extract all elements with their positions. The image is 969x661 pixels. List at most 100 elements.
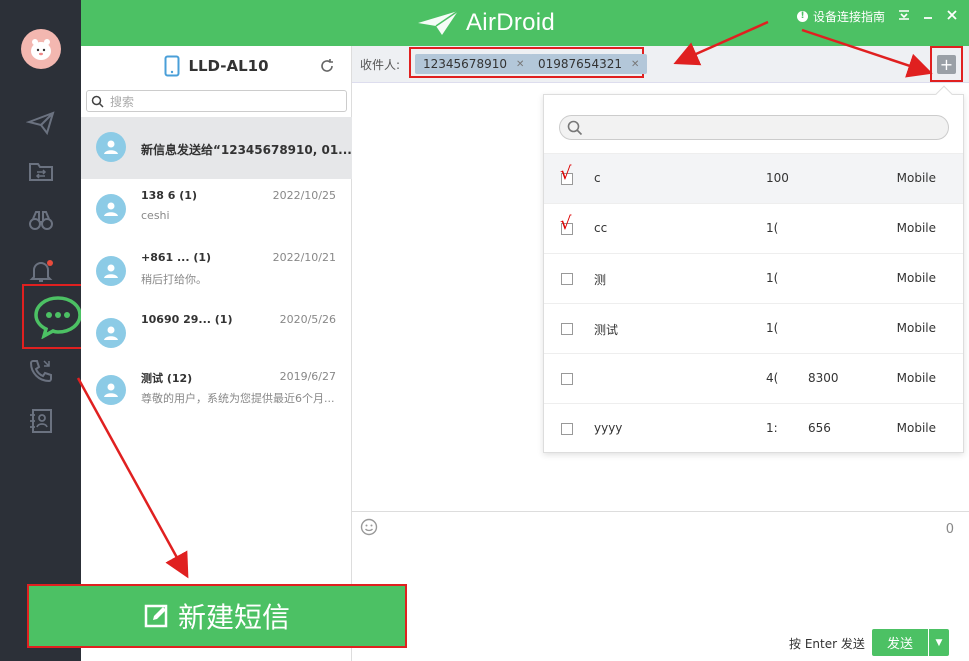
contact-name: c — [594, 171, 601, 185]
contact-avatar — [96, 256, 126, 286]
conversation-item[interactable]: 新信息发送给“12345678910, 01... — [81, 117, 352, 179]
person-icon — [104, 264, 118, 278]
app-title: AirDroid — [466, 9, 556, 36]
send-options-button[interactable]: ▼ — [929, 629, 949, 656]
refresh-button[interactable] — [319, 58, 335, 77]
refresh-icon — [321, 59, 333, 72]
device-header: LLD-AL10 — [81, 46, 352, 86]
person-icon — [104, 140, 118, 154]
nav-files[interactable] — [20, 150, 62, 192]
airdroid-logo-icon — [418, 10, 459, 35]
dropdown-pointer — [935, 85, 953, 103]
new-sms-button[interactable]: 新建短信 — [27, 584, 407, 648]
person-icon — [104, 383, 118, 397]
recipient-chip[interactable]: 12345678910 ✕ — [415, 54, 533, 74]
contact-type: Mobile — [896, 171, 936, 185]
contact-type: Mobile — [896, 371, 936, 385]
phone-call-icon — [29, 360, 52, 383]
title-bar: AirDroid ! 设备连接指南 — [81, 0, 969, 46]
device-connection-guide-link[interactable]: ! 设备连接指南 — [797, 8, 885, 24]
contact-number: 4( — [766, 371, 779, 385]
conversation-preview: 尊敬的用户，系统为您提供最近6个月... — [141, 392, 335, 405]
contact-row[interactable]: 4( 8300 Mobile — [544, 353, 963, 403]
contact-checkbox[interactable] — [561, 323, 573, 335]
remove-recipient-icon[interactable]: ✕ — [631, 59, 639, 70]
recipient-bar: 收件人: 12345678910 ✕ 01987654321 ✕ + — [352, 46, 969, 83]
contact-checkbox[interactable] — [561, 373, 573, 385]
minimize-to-tray-button[interactable] — [895, 6, 913, 24]
recipient-chips: 12345678910 ✕ 01987654321 ✕ — [409, 47, 648, 78]
search-input[interactable]: 搜索 — [86, 90, 347, 112]
contact-number: 1( — [766, 271, 779, 285]
close-button[interactable] — [943, 6, 961, 24]
minimize-icon — [924, 17, 932, 19]
search-placeholder: 搜索 — [110, 94, 135, 109]
contact-number: 1: — [766, 421, 778, 435]
contact-search-input[interactable] — [559, 115, 949, 140]
search-icon — [91, 95, 104, 108]
message-textarea[interactable] — [382, 516, 942, 616]
conversation-date: 2020/5/26 — [279, 313, 336, 326]
conversation-item[interactable]: 138 6 (1) 2022/10/25 ceshi — [81, 179, 352, 241]
contact-type: Mobile — [896, 271, 936, 285]
close-icon — [947, 10, 957, 20]
conversation-panel: LLD-AL10 搜索 新信息发送给“12345678910, 01... 13… — [81, 46, 352, 661]
remove-recipient-icon[interactable]: ✕ — [516, 59, 524, 70]
nav-find-phone[interactable] — [20, 199, 62, 241]
conversation-item[interactable]: 10690 29... (1) 2020/5/26 — [81, 303, 352, 365]
recipient-chip[interactable]: 01987654321 ✕ — [530, 54, 648, 74]
contact-row[interactable]: √ cc 1(Mobile — [544, 203, 963, 253]
add-recipient-button[interactable]: + — [937, 55, 956, 74]
nav-contacts[interactable] — [20, 400, 62, 442]
bell-icon — [29, 260, 53, 282]
phone-icon — [164, 55, 180, 77]
folder-transfer-icon — [29, 163, 53, 181]
contact-type: Mobile — [896, 421, 936, 435]
contact-number-suffix: 8300 — [808, 371, 839, 385]
compose-area: 0 按 Enter 发送 发送 ▼ — [352, 511, 969, 661]
contact-name: cc — [594, 221, 608, 235]
send-button[interactable]: 发送 — [872, 629, 928, 656]
device-name: LLD-AL10 — [188, 57, 269, 75]
enter-to-send-hint: 按 Enter 发送 — [789, 637, 865, 651]
contact-row[interactable]: yyyy 1: 656 Mobile — [544, 403, 963, 453]
contact-row[interactable]: 测 1(Mobile — [544, 253, 963, 303]
conversation-item[interactable]: +861 ... (1) 2022/10/21 稍后打给你。 — [81, 241, 352, 303]
nav-transfer[interactable] — [20, 102, 62, 144]
conversation-title: 10690 29... (1) — [141, 313, 233, 326]
conversation-title: 新信息发送给“12345678910, 01... — [141, 143, 352, 157]
avatar[interactable] — [21, 29, 61, 69]
airdroid-window: AirDroid ! 设备连接指南 LLD-AL10 搜索 新信息发送给“123… — [0, 0, 969, 661]
chevron-down-icon: ▼ — [935, 637, 943, 648]
binoculars-icon — [29, 211, 53, 230]
new-sms-label: 新建短信 — [177, 601, 290, 634]
contact-row[interactable]: 测试 1(Mobile — [544, 303, 963, 353]
person-icon — [104, 202, 118, 216]
conversation-preview: ceshi — [141, 209, 170, 222]
conversation-item[interactable]: 测试 (12) 2019/6/27 尊敬的用户，系统为您提供最近6个月... — [81, 360, 352, 422]
nav-calls[interactable] — [20, 350, 62, 392]
conversation-title: 测试 (12) — [141, 372, 193, 385]
contact-number: 100 — [766, 171, 789, 185]
minimize-button[interactable] — [919, 6, 937, 24]
conversation-date: 2019/6/27 — [279, 370, 336, 383]
info-icon: ! — [797, 10, 808, 22]
contact-type: Mobile — [896, 221, 936, 235]
checkmark-icon: √ — [560, 163, 572, 184]
sidebar — [0, 0, 93, 661]
emoji-button[interactable] — [360, 518, 378, 539]
edit-icon — [144, 604, 168, 628]
contact-name: 测试 — [594, 323, 619, 337]
conversation-preview: 稍后打给你。 — [141, 273, 207, 286]
contact-row[interactable]: √ c 100 Mobile — [544, 153, 963, 203]
contact-type: Mobile — [896, 321, 936, 335]
app-logo: AirDroid — [416, 7, 646, 39]
contact-number: 1( — [766, 221, 779, 235]
contact-checkbox[interactable] — [561, 423, 573, 435]
recipient-label: 收件人: — [360, 58, 401, 72]
recipient-number: 12345678910 — [423, 57, 507, 71]
recipient-number: 01987654321 — [538, 57, 622, 71]
contact-checkbox[interactable] — [561, 273, 573, 285]
smiley-icon — [360, 518, 378, 536]
add-recipient-highlight: + — [930, 46, 963, 82]
